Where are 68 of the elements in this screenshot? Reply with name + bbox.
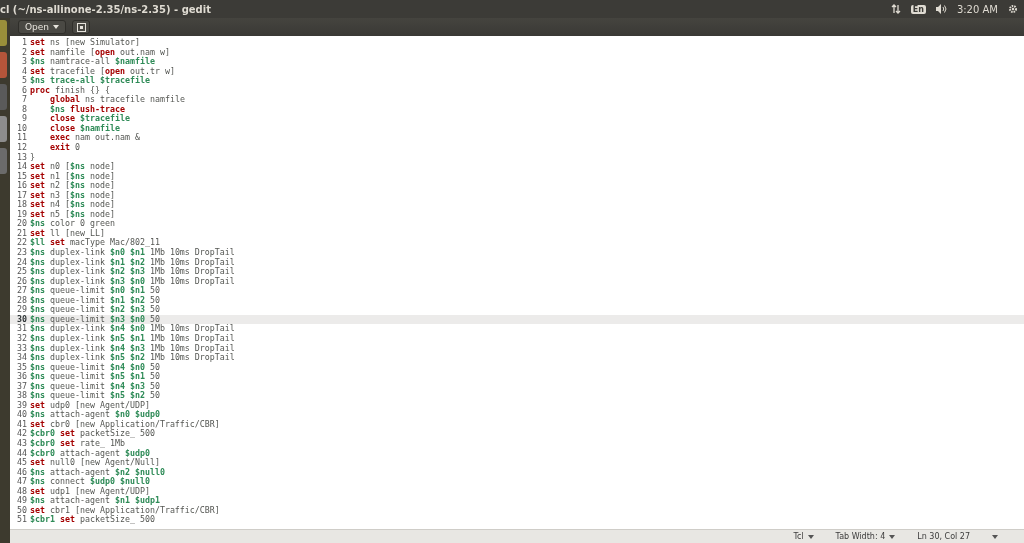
code-line: 13 } [16, 152, 36, 162]
code-line: 6 proc finish {} { [21, 85, 111, 95]
code-line: 37 $ns queue-limit $n4 $n3 50 [16, 381, 161, 392]
code-line: 45 set null0 [new Agent/Null] [16, 458, 161, 468]
code-line: 39 set udp0 [new Agent/UDP] [16, 400, 150, 411]
code-line: 18 set n4 [$ns node] [16, 200, 116, 210]
code-line: 46 $ns attach-agent $n2 $null0 [16, 467, 166, 478]
code-line: 31 $ns duplex-link $n4 $n0 1Mb 10ms DropTail [16, 324, 236, 334]
code-line: 22 $ll set macType Mac/802_11 [16, 238, 161, 249]
code-line: 34 $ns duplex-link $n5 $n2 1Mb 10ms DropTail [16, 353, 236, 363]
code-line: 14 set n0 [$ns node] [16, 162, 116, 172]
code-line: 38 $ns queue-limit $n5 $n2 50 [16, 391, 161, 401]
keyboard-layout-indicator[interactable]: En [910, 4, 926, 14]
code-line: 47 $ns connect $udp0 $null0 [16, 477, 151, 487]
code-line: 48 set udp1 [new Agent/UDP] [16, 486, 150, 497]
code-line: 16 set n2 [$ns node] [16, 181, 116, 191]
code-line: 21 set ll [new LL] [16, 228, 105, 239]
launcher-icon[interactable] [0, 52, 7, 78]
caret-icon [889, 534, 896, 539]
code-line: 19 set n5 [$ns node] [16, 209, 116, 220]
code-line: 33 $ns duplex-link $n4 $n3 1Mb 10ms DropTail [16, 343, 236, 354]
volume-icon[interactable] [935, 4, 947, 14]
code-line: 20 $ns color 0 green [16, 219, 116, 229]
language-selector[interactable]: Tcl [793, 532, 814, 541]
code-line: 51 $cbr1 set packetSize_ 500 [16, 515, 155, 525]
code-line: 12 exit 0 [16, 143, 81, 153]
open-button[interactable]: Open [18, 20, 67, 34]
launcher-icon[interactable] [0, 84, 7, 110]
code-line: 1 set ns [new Simulator] [21, 38, 141, 48]
tab-width-selector[interactable]: Tab Width: 4 [835, 532, 896, 541]
code-line: 26 $ns duplex-link $n3 $n0 1Mb 10ms DropTail [16, 276, 236, 287]
code-line: 36 $ns queue-limit $n5 $n1 50 [16, 372, 161, 382]
code-line: 41 set cbr0 [new Application/Traffic/CBR] [16, 419, 221, 430]
cursor-position: Ln 30, Col 27 [917, 532, 970, 541]
clock[interactable]: 3:20 AM [956, 3, 998, 15]
launcher-icon[interactable] [0, 148, 7, 174]
settings-icon[interactable] [1008, 4, 1018, 14]
launcher-icon[interactable] [0, 20, 7, 46]
window-title: cl (~/ns-allinone-2.35/ns-2.35) - gedit [0, 3, 211, 15]
code-line: 10 close $namfile [16, 123, 120, 134]
code-line: 5 $ns trace-all $tracefile [21, 76, 151, 86]
code-line: 3 $ns namtrace-all $namfile [21, 57, 156, 67]
code-line: 43 $cbr0 set rate_ 1Mb [16, 438, 125, 449]
code-line: 17 set n3 [$ns node] [16, 190, 116, 200]
save-icon [76, 22, 86, 32]
code-line: 50 set cbr1 [new Application/Traffic/CBR] [16, 505, 221, 516]
code-line: 40 $ns attach-agent $n0 $udp0 [16, 410, 161, 420]
code-line: 32 $ns duplex-link $n5 $n1 1Mb 10ms DropTail [16, 333, 236, 344]
code-line: 11 exec nam out.nam & [16, 133, 141, 143]
code-line: 42 $cbr0 set packetSize_ 500 [16, 429, 155, 439]
save-button[interactable] [72, 20, 91, 34]
code-line: 15 set n1 [$ns node] [16, 171, 116, 181]
code-line: 23 $ns duplex-link $n0 $n1 1Mb 10ms DropTail [16, 248, 236, 258]
code-line: 25 $ns duplex-link $n2 $n3 1Mb 10ms DropTail [16, 267, 236, 277]
code-line: 9 close $tracefile [21, 114, 131, 124]
launcher-icon[interactable] [0, 116, 7, 142]
code-line: 24 $ns duplex-link $n1 $n2 1Mb 10ms DropTail [16, 257, 236, 268]
code-line: 28 $ns queue-limit $n1 $n2 50 [16, 295, 161, 306]
code-line: 49 $ns attach-agent $n1 $udp1 [16, 496, 161, 506]
code-line: 35 $ns queue-limit $n4 $n0 50 [16, 362, 161, 373]
caret-icon [807, 534, 814, 539]
code-line: 44 $cbr0 attach-agent $udp0 [16, 448, 151, 459]
caret-icon [992, 534, 998, 539]
code-line: 29 $ns queue-limit $n2 $n3 50 [16, 305, 161, 315]
code-line: 27 $ns queue-limit $n0 $n1 50 [16, 286, 161, 296]
network-arrows-icon[interactable] [890, 4, 901, 14]
caret-icon [53, 25, 60, 29]
code-line: 7 global ns tracefile namfile [21, 95, 186, 105]
